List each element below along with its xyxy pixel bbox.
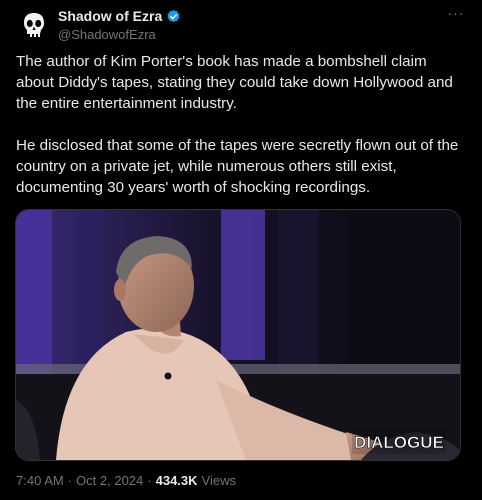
meta-separator: · (67, 473, 73, 488)
verified-badge-icon (167, 9, 180, 22)
post-video[interactable]: DIALOGUE (15, 209, 461, 461)
post-text: The author of Kim Porter's book has made… (16, 51, 466, 198)
views-label: Views (201, 473, 236, 488)
meta-separator: · (147, 473, 152, 488)
post-text-paragraph: He disclosed that some of the tapes were… (16, 137, 459, 196)
post-time[interactable]: 7:40 AM (16, 473, 64, 488)
post-text-paragraph: The author of Kim Porter's book has made… (16, 53, 453, 112)
author-display-name[interactable]: Shadow of Ezra (58, 8, 162, 24)
video-watermark: DIALOGUE (354, 433, 444, 452)
views-count: 434.3K (155, 473, 198, 488)
post-header: Shadow of Ezra @ShadowofEzra ··· (16, 6, 466, 46)
video-frame: DIALOGUE (16, 210, 460, 460)
punisher-skull-icon (16, 8, 52, 44)
avatar[interactable] (16, 8, 52, 44)
post-date[interactable]: Oct 2, 2024 (76, 473, 143, 488)
author-handle[interactable]: @ShadowofEzra (58, 27, 156, 42)
more-options-icon[interactable]: ··· (446, 6, 466, 22)
post-meta: 7:40 AM · Oct 2, 2024 · 434.3K Views (16, 473, 236, 488)
